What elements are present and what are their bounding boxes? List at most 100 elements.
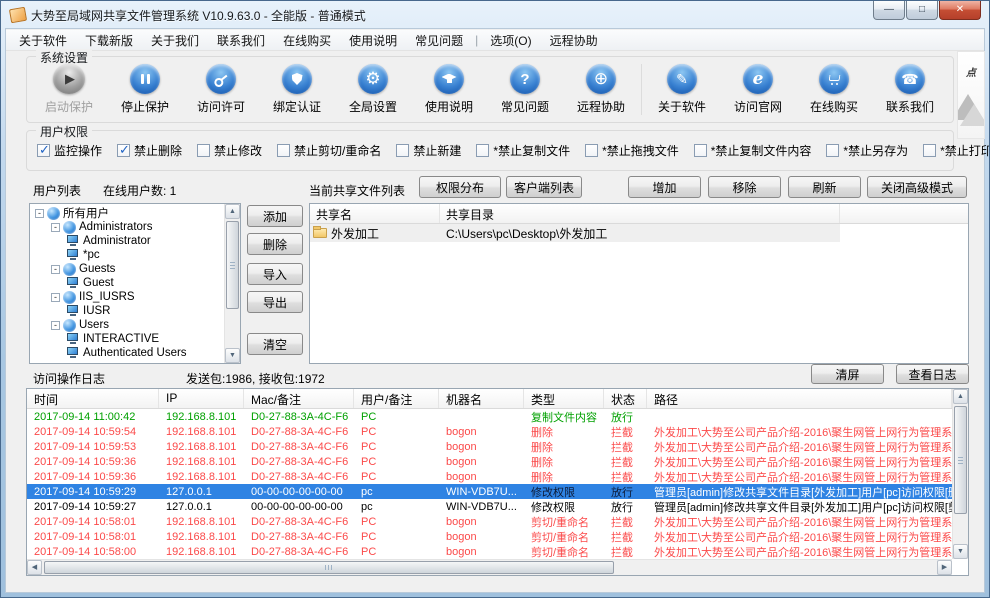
log-row[interactable]: 2017-09-14 11:00:42 192.168.8.101 D0-27-88… xyxy=(27,409,952,424)
scroll-down-icon[interactable]: ▼ xyxy=(953,544,968,559)
clear-button[interactable]: 清空 xyxy=(247,333,303,355)
add-user-button[interactable]: 添加 xyxy=(247,205,303,227)
log-row[interactable]: 2017-09-14 10:58:01 192.168.8.101 D0-27-88… xyxy=(27,529,952,544)
collapse-expander-icon[interactable]: - xyxy=(35,208,44,218)
scroll-down-icon[interactable]: ▼ xyxy=(225,348,240,363)
add-share-button[interactable]: 增加 xyxy=(628,176,701,198)
unchecked-checkbox-icon[interactable] xyxy=(693,144,707,157)
scroll-left-icon[interactable]: ◀ xyxy=(27,560,42,575)
permission-checkbox[interactable]: *禁止打印 xyxy=(923,142,989,159)
menu-item[interactable]: 关于我们 xyxy=(142,30,208,51)
share-dir-column-header[interactable]: 共享目录 xyxy=(440,204,840,223)
toolbar-item[interactable]: e 访问官网 xyxy=(720,64,796,115)
permission-checkbox[interactable]: 禁止剪切/重命名 xyxy=(277,142,381,159)
toolbar-item[interactable]: ⊕ 远程协助 xyxy=(563,64,639,115)
permission-checkbox[interactable]: *禁止复制文件 xyxy=(476,142,570,159)
view-log-button[interactable]: 查看日志 xyxy=(896,364,969,384)
tree-item[interactable]: - 所有用户 xyxy=(31,206,223,220)
unchecked-checkbox-icon[interactable] xyxy=(476,144,490,157)
toolbar-item[interactable]: ✎ 关于软件 xyxy=(644,64,720,115)
permission-checkbox[interactable]: 禁止删除 xyxy=(117,142,182,159)
tree-item[interactable]: INTERACTIVE xyxy=(31,332,223,346)
tree-item[interactable]: Authenticated Users xyxy=(31,346,223,360)
log-row[interactable]: 2017-09-14 10:58:00 192.168.8.101 D0-27-88… xyxy=(27,544,952,559)
tree-item[interactable]: Administrator xyxy=(31,234,223,248)
checked-checkbox-icon[interactable] xyxy=(37,142,50,158)
delete-user-button[interactable]: 删除 xyxy=(247,233,303,255)
unchecked-checkbox-icon[interactable] xyxy=(923,144,937,157)
toolbar-item[interactable]: 停止保护 xyxy=(107,64,183,115)
toolbar-item[interactable]: ▶ 启动保护 xyxy=(31,64,107,115)
permission-checkbox[interactable]: *禁止复制文件内容 xyxy=(693,142,811,159)
close-advanced-mode-button[interactable]: 关闭高级模式 xyxy=(867,176,967,198)
toolbar-item[interactable]: ⚙ 全局设置 xyxy=(335,64,411,115)
tree-item[interactable]: *pc xyxy=(31,248,223,262)
collapse-expander-icon[interactable]: - xyxy=(51,320,60,330)
scroll-up-icon[interactable]: ▲ xyxy=(225,204,240,219)
log-row[interactable]: 2017-09-14 10:59:53 192.168.8.101 D0-27-88… xyxy=(27,439,952,454)
share-name-column-header[interactable]: 共享名 xyxy=(310,204,440,223)
unchecked-checkbox-icon[interactable] xyxy=(585,144,599,157)
log-column-header[interactable]: 时间 xyxy=(27,389,159,408)
log-horizontal-scrollbar[interactable]: ◀ ▶ xyxy=(27,559,952,575)
toolbar-item[interactable]: ☎ 联系我们 xyxy=(872,64,948,115)
permission-checkbox[interactable]: *禁止拖拽文件 xyxy=(585,142,679,159)
permission-checkbox[interactable]: 禁止新建 xyxy=(396,142,461,159)
permission-checkbox[interactable]: *禁止另存为 xyxy=(826,142,908,159)
perm-distribution-button[interactable]: 权限分布 xyxy=(419,176,501,198)
log-scroll-thumb[interactable] xyxy=(954,406,967,514)
tree-item[interactable]: - Administrators xyxy=(31,220,223,234)
menu-item[interactable]: 选项(O) xyxy=(481,30,540,51)
unchecked-checkbox-icon[interactable] xyxy=(396,144,410,157)
log-column-header[interactable]: Mac/备注 xyxy=(244,389,354,408)
tree-item[interactable]: Guest xyxy=(31,276,223,290)
client-list-button[interactable]: 客户端列表 xyxy=(506,176,582,198)
permission-checkbox[interactable]: 禁止修改 xyxy=(197,142,262,159)
menu-item[interactable]: 使用说明 xyxy=(340,30,406,51)
scroll-right-icon[interactable]: ▶ xyxy=(937,560,952,575)
log-column-header[interactable]: 路径 xyxy=(647,389,952,408)
toolbar-item[interactable]: 使用说明 xyxy=(411,64,487,115)
tree-item[interactable]: - Guests xyxy=(31,262,223,276)
clear-screen-button[interactable]: 清屏 xyxy=(811,364,884,384)
log-row[interactable]: 2017-09-14 10:59:54 192.168.8.101 D0-27-88… xyxy=(27,424,952,439)
toolbar-item[interactable]: 访问许可 xyxy=(183,64,259,115)
remove-share-button[interactable]: 移除 xyxy=(708,176,781,198)
tree-item[interactable]: - Users xyxy=(31,318,223,332)
log-column-header[interactable]: IP xyxy=(159,389,244,408)
unchecked-checkbox-icon[interactable] xyxy=(197,144,211,157)
export-button[interactable]: 导出 xyxy=(247,291,303,313)
menu-item[interactable]: 联系我们 xyxy=(208,30,274,51)
menu-item[interactable]: 关于软件 xyxy=(10,30,76,51)
unchecked-checkbox-icon[interactable] xyxy=(277,144,291,157)
minimize-button[interactable]: — xyxy=(873,1,905,20)
collapse-expander-icon[interactable]: - xyxy=(51,264,60,274)
log-column-header[interactable]: 机器名 xyxy=(439,389,524,408)
unchecked-checkbox-icon[interactable] xyxy=(826,144,840,157)
menu-item[interactable]: 常见问题 xyxy=(406,30,472,51)
log-row[interactable]: 2017-09-14 10:58:01 192.168.8.101 D0-27-88… xyxy=(27,514,952,529)
tree-scrollbar[interactable]: ▲ ▼ xyxy=(224,204,240,363)
collapse-expander-icon[interactable]: - xyxy=(51,292,60,302)
log-column-header[interactable]: 用户/备注 xyxy=(354,389,439,408)
permission-checkbox[interactable]: 监控操作 xyxy=(37,142,102,159)
toolbar-item[interactable]: 在线购买 xyxy=(796,64,872,115)
log-row[interactable]: 2017-09-14 10:59:27 127.0.0.1 00-00-00-00-… xyxy=(27,499,952,514)
refresh-button[interactable]: 刷新 xyxy=(788,176,861,198)
maximize-button[interactable]: □ xyxy=(906,1,938,20)
collapse-expander-icon[interactable]: - xyxy=(51,222,60,232)
menu-item[interactable]: 下载新版 xyxy=(76,30,142,51)
log-row[interactable]: 2017-09-14 10:59:29 127.0.0.1 00-00-00-00-… xyxy=(27,484,952,499)
checked-checkbox-icon[interactable] xyxy=(117,142,131,158)
menu-item[interactable]: 远程协助 xyxy=(541,30,607,51)
share-row[interactable]: 外发加工 C:\Users\pc\Desktop\外发加工 xyxy=(310,224,968,242)
scroll-up-icon[interactable]: ▲ xyxy=(953,389,968,404)
tree-item[interactable]: - IIS_IUSRS xyxy=(31,290,223,304)
log-hscroll-thumb[interactable] xyxy=(44,561,614,574)
toolbar-item[interactable]: ? 常见问题 xyxy=(487,64,563,115)
tree-item[interactable]: IUSR xyxy=(31,304,223,318)
toolbar-item[interactable]: 绑定认证 xyxy=(259,64,335,115)
tree-scroll-thumb[interactable] xyxy=(226,221,239,309)
menu-item[interactable]: 在线购买 xyxy=(274,30,340,51)
log-column-header[interactable]: 类型 xyxy=(524,389,604,408)
